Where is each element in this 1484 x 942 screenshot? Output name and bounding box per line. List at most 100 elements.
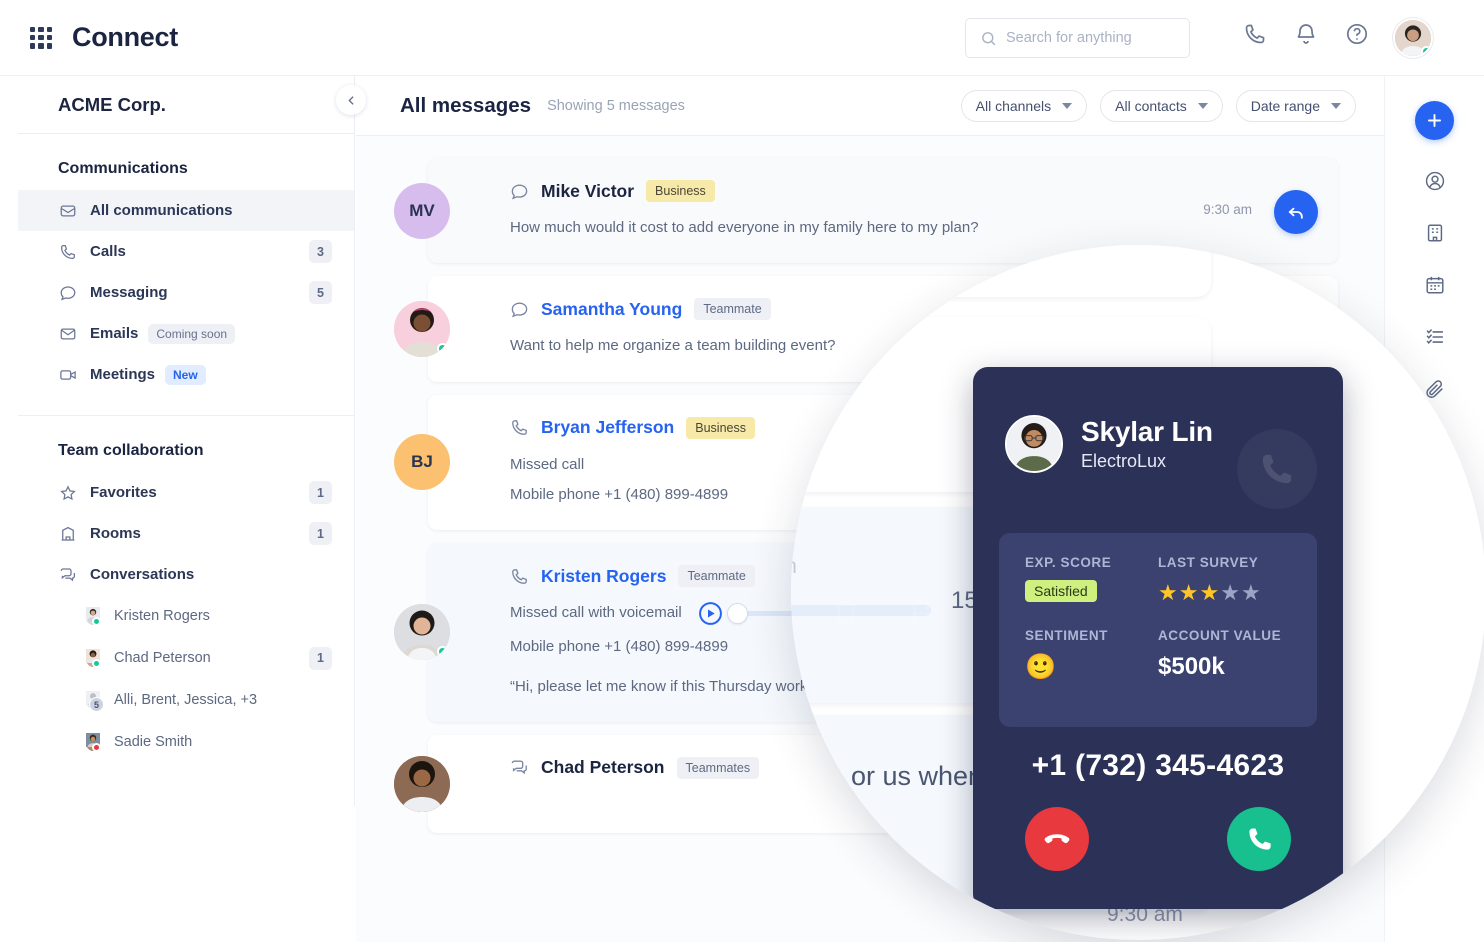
sidebar-item-label: Conversations: [90, 566, 195, 583]
stat-exp-score: EXP. SCORE Satisfied: [1025, 555, 1158, 606]
section-title-communications: Communications: [58, 160, 188, 177]
sidebar-item-label: Calls: [90, 243, 126, 260]
stat-account-value: ACCOUNT VALUE $500k: [1158, 628, 1291, 682]
sidebar-item-label: Messaging: [90, 284, 168, 301]
filter-label: Date range: [1250, 97, 1320, 114]
magnifier-overlay: y plan? 9:30 am vent? 15 sec 9:30 am or …: [791, 245, 1484, 940]
apps-grid-icon[interactable]: [30, 26, 52, 49]
sidebar-item-all-communications[interactable]: All communications: [18, 190, 354, 231]
count-badge: 5: [309, 281, 332, 304]
sidebar-item-conversations[interactable]: Conversations: [18, 554, 354, 595]
star-icon: ★: [1220, 580, 1241, 605]
building-icon[interactable]: [1424, 222, 1446, 244]
sidebar-item-label: Emails: [90, 325, 139, 342]
bell-icon[interactable]: [1294, 22, 1318, 46]
org-name: ACME Corp.: [58, 93, 166, 115]
contact-name[interactable]: Samantha Young: [541, 299, 682, 320]
count-badge: 1: [309, 522, 332, 545]
search-box[interactable]: [965, 18, 1190, 58]
status-badge: [1421, 46, 1431, 56]
sidebar-item-messaging[interactable]: Messaging 5: [18, 272, 354, 313]
avatar: [86, 607, 101, 626]
video-camera-icon: [58, 365, 77, 384]
phone-icon: [1237, 429, 1317, 509]
avatar: [1005, 415, 1063, 473]
org-header: ACME Corp.: [18, 76, 354, 134]
list-item[interactable]: Chad Peterson 1: [18, 637, 354, 679]
list-item-label: Chad Peterson: [114, 650, 211, 666]
status-badge: [437, 342, 448, 354]
stat-label: EXP. SCORE: [1025, 555, 1112, 570]
avatar: BJ: [394, 434, 450, 491]
contact-name[interactable]: Chad Peterson: [541, 757, 665, 778]
avatar: [394, 604, 450, 661]
sidebar-item-emails[interactable]: Emails Coming soon: [18, 313, 354, 354]
filter-all-contacts[interactable]: All contacts: [1100, 89, 1223, 122]
star-icon: ★: [1199, 580, 1221, 605]
contact-stats-panel: EXP. SCORE Satisfied LAST SURVEY ★★★★★ S…: [999, 533, 1317, 727]
slider-handle[interactable]: [726, 602, 748, 624]
phone-icon[interactable]: [1243, 22, 1267, 46]
chat-bubble-icon: [511, 183, 528, 199]
star-icon: ★: [1240, 580, 1262, 605]
help-icon[interactable]: [1345, 22, 1369, 46]
stat-label: ACCOUNT VALUE: [1158, 628, 1282, 643]
phone-number: +1 (732) 345-4623: [1031, 749, 1285, 782]
reply-icon: [1288, 207, 1303, 219]
top-bar-actions: [1243, 22, 1369, 46]
contact-icon[interactable]: [1424, 170, 1446, 192]
list-item[interactable]: 5 Alli, Brent, Jessica, +3: [18, 679, 354, 721]
sentiment-emoji: 🙂: [1025, 653, 1057, 681]
zoomed-timestamp-mid: 9:30 am: [791, 555, 797, 579]
sidebar-item-label: Rooms: [90, 525, 141, 542]
reply-button[interactable]: [1274, 190, 1318, 234]
sidebar-item-meetings[interactable]: Meetings New: [18, 354, 354, 395]
message-preview: How much would it cost to add everyone i…: [510, 219, 979, 236]
status-badge: [92, 659, 101, 668]
section-title-team-collaboration: Team collaboration: [58, 442, 204, 459]
accept-call-button[interactable]: [1227, 807, 1291, 871]
chevron-left-icon: [347, 95, 354, 105]
main-header: All messages Showing 5 messages All chan…: [356, 76, 1384, 136]
incoming-call-card: Skylar Lin ElectroLux EXP. SCORE Satisfi…: [973, 367, 1343, 909]
play-circle-icon[interactable]: [698, 601, 723, 626]
contact-name[interactable]: Mike Victor: [541, 181, 634, 202]
status-badge: [437, 646, 448, 658]
star-icon: ★: [1158, 580, 1179, 605]
sidebar-item-calls[interactable]: Calls 3: [18, 231, 354, 272]
page-title: All messages: [400, 93, 532, 117]
contact-name[interactable]: Bryan Jefferson: [541, 417, 674, 438]
filter-date-range[interactable]: Date range: [1235, 89, 1356, 122]
phone-glyph-icon: [1262, 454, 1292, 484]
status-badge: Business: [686, 416, 755, 439]
list-item[interactable]: Kristen Rogers: [18, 595, 354, 637]
sidebar: ACME Corp. Communications All communicat…: [18, 76, 355, 806]
stat-label: SENTIMENT: [1025, 628, 1108, 643]
new-badge: New: [165, 364, 206, 385]
envelope-icon: [58, 324, 77, 343]
sidebar-item-rooms[interactable]: Rooms 1: [18, 513, 354, 554]
avatar: [394, 300, 450, 357]
avatar-image: [394, 755, 450, 812]
search-input[interactable]: [1006, 30, 1171, 46]
chat-bubble-icon: [511, 302, 528, 318]
trash-icon: [836, 601, 856, 624]
avatar-initials: BJ: [411, 452, 433, 472]
sidebar-item-favorites[interactable]: Favorites 1: [18, 472, 354, 513]
star-icon: ★: [1178, 580, 1200, 605]
add-button[interactable]: [1415, 101, 1454, 140]
status-badge: [92, 617, 101, 626]
sidebar-collapse-button[interactable]: [336, 85, 366, 115]
list-item-label: Kristen Rogers: [114, 608, 210, 624]
search-icon: [982, 31, 996, 45]
avatar-initials: MV: [409, 200, 435, 220]
call-actions: [973, 807, 1343, 871]
conversations-icon: [58, 565, 77, 584]
contact-name[interactable]: Kristen Rogers: [541, 566, 666, 587]
stat-sentiment: SENTIMENT 🙂: [1025, 628, 1158, 682]
avatar[interactable]: [1393, 18, 1433, 58]
list-item[interactable]: Sadie Smith: [18, 721, 354, 763]
decline-call-button[interactable]: [1025, 807, 1089, 871]
phone-icon: [512, 420, 527, 435]
filter-all-channels[interactable]: All channels: [960, 89, 1088, 122]
